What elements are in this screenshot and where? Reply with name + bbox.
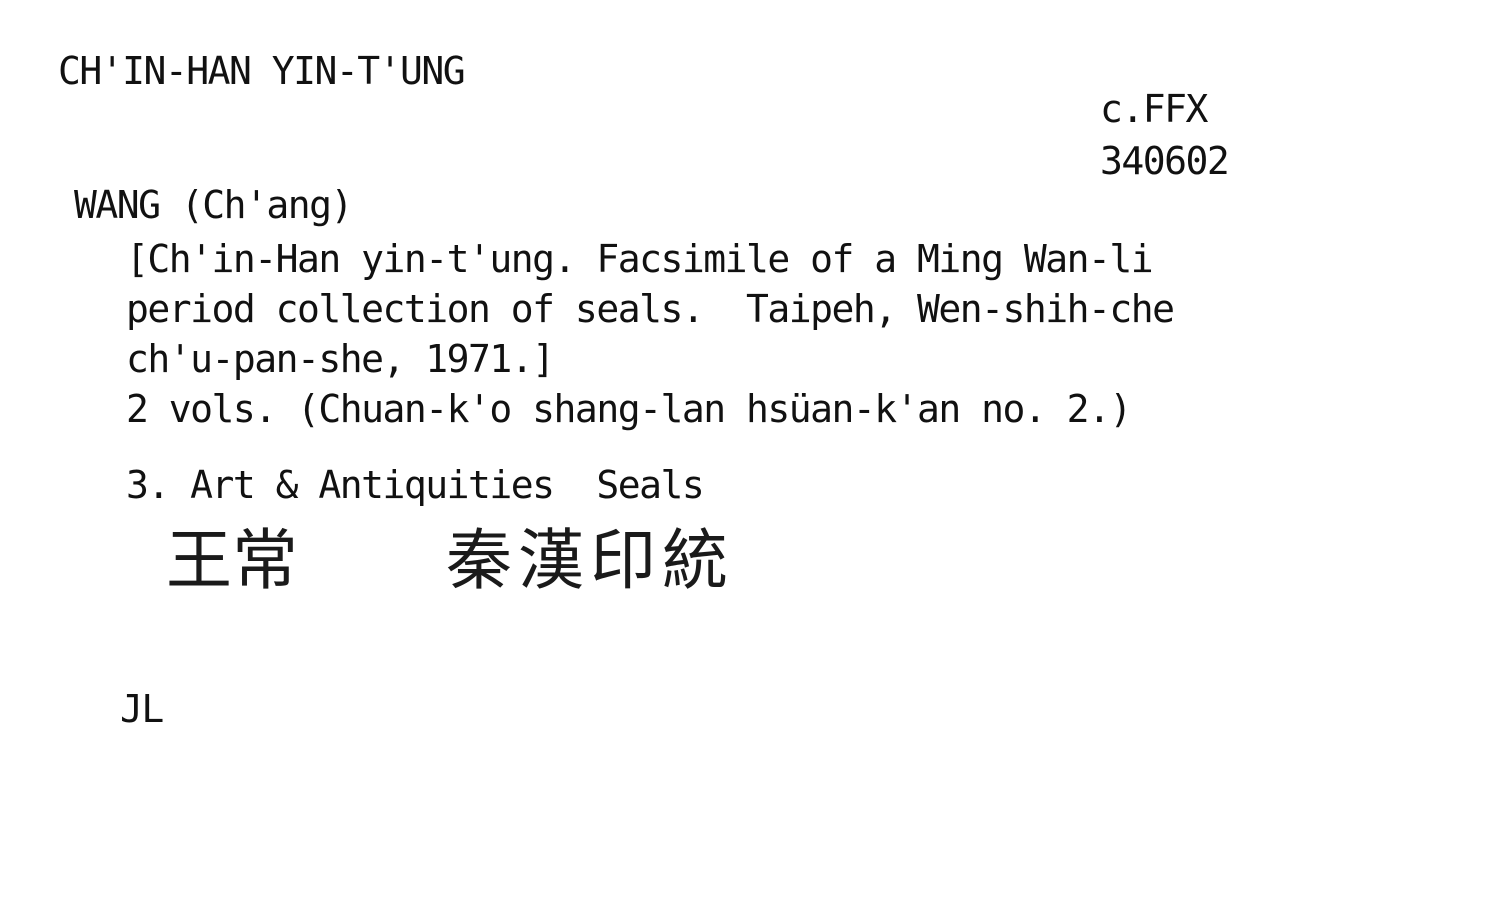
cataloger-initials: JL — [120, 687, 164, 731]
subject-heading: 3. Art & Antiquities Seals — [126, 463, 705, 507]
handwritten-title: 秦漢印統 — [446, 522, 734, 599]
description-line-3: ch'u-pan-she, 1971.] — [126, 337, 555, 381]
call-number-line-1: c.FFX — [1100, 87, 1208, 131]
author-entry: WANG (Ch'ang) — [74, 183, 353, 227]
handwritten-author-name: 王常 — [166, 522, 298, 599]
description-line-1: [Ch'in-Han yin-t'ung. Facsimile of a Min… — [126, 237, 1154, 281]
description-line-2: period collection of seals. Taipeh, Wen-… — [126, 287, 1175, 331]
call-number-line-2: 340602 — [1100, 139, 1230, 183]
card-heading: CH'IN-HAN YIN-T'UNG — [58, 49, 466, 93]
description-line-4: 2 vols. (Chuan-k'o shang-lan hsüan-k'an … — [126, 387, 1132, 431]
catalog-card: CH'IN-HAN YIN-T'UNG c.FFX 340602 WANG (C… — [0, 0, 1491, 898]
